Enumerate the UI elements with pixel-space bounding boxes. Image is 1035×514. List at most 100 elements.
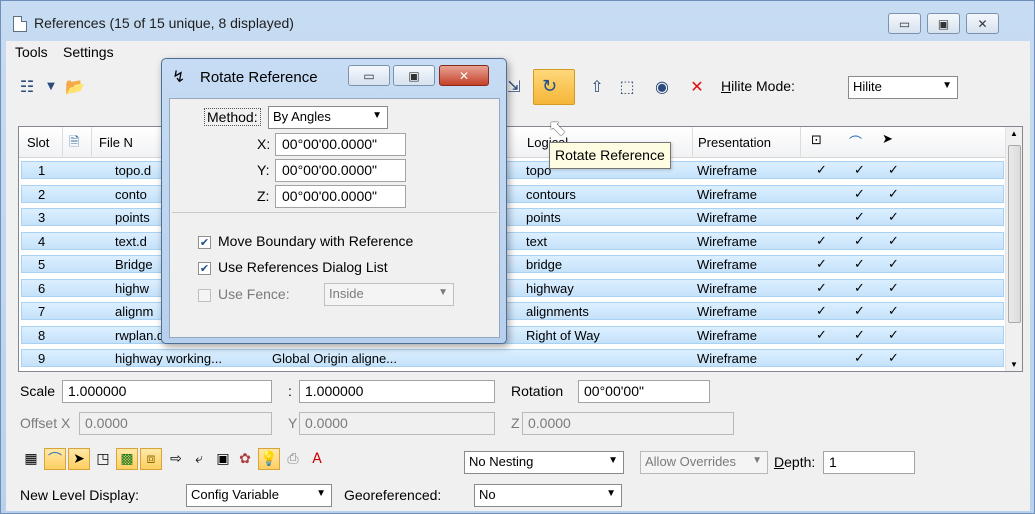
dropdown-arrow-icon[interactable]: ▼	[40, 75, 62, 97]
scale-label: Scale	[20, 383, 56, 399]
chevron-down-icon: ▼	[372, 110, 382, 121]
column-presentation[interactable]: Presentation	[698, 135, 771, 150]
georeference-icon[interactable]: ✿	[234, 448, 256, 470]
z-angle-input[interactable]: 00°00'00.0000"	[275, 185, 406, 208]
offset-x-input[interactable]: 0.0000	[79, 412, 272, 435]
menu-settings[interactable]: Settings	[63, 44, 114, 60]
scale-line-styles-icon[interactable]: ⤶	[188, 448, 210, 470]
cell-snap-check[interactable]: ✓	[854, 257, 865, 272]
cell-presentation: Wireframe	[697, 304, 757, 319]
method-select[interactable]: By Angles ▼	[268, 106, 388, 129]
tree-view-icon[interactable]: ☷	[16, 75, 38, 97]
cell-snap-check[interactable]: ✓	[854, 304, 865, 319]
cell-snap-check[interactable]: ✓	[854, 187, 865, 202]
dialog-close-button[interactable]: ✕	[439, 65, 489, 86]
mirror-reference-icon[interactable]: ⇧	[586, 75, 608, 97]
snap-column-icon[interactable]: ⌒	[849, 132, 862, 151]
cell-locate-check[interactable]: ✓	[888, 163, 899, 178]
scale-input-2[interactable]: 1.000000	[299, 380, 495, 403]
minimize-icon: ▭	[898, 16, 911, 31]
menu-tools[interactable]: Tools	[15, 44, 48, 60]
maximize-button[interactable]: ▣	[927, 13, 960, 34]
cell-snap-check[interactable]: ✓	[854, 328, 865, 343]
cell-display-check[interactable]: ✓	[816, 328, 827, 343]
scale-colon: :	[288, 383, 292, 399]
display-toggle-icon[interactable]: ▦	[20, 448, 42, 470]
column-file-name[interactable]: File N	[99, 135, 133, 150]
chevron-down-icon: ▼	[606, 488, 616, 499]
treat-as-element-icon[interactable]: ▣	[212, 448, 234, 470]
locate-toggle-icon[interactable]: ➤	[68, 448, 90, 470]
scroll-down-icon[interactable]: ▼	[1010, 360, 1018, 369]
scale-input-1[interactable]: 1.000000	[62, 380, 272, 403]
cell-locate-check[interactable]: ✓	[888, 281, 899, 296]
true-scale-icon[interactable]: ⧈	[140, 448, 162, 470]
nesting-select[interactable]: No Nesting ▼	[464, 451, 624, 474]
dialog-minimize-button[interactable]: ▭	[348, 65, 390, 86]
use-references-list-checkbox[interactable]: ✔	[198, 262, 211, 275]
cell-locate-check[interactable]: ✓	[888, 234, 899, 249]
cell-display-check[interactable]: ✓	[816, 163, 827, 178]
rotate-reference-button[interactable]: ↻	[533, 69, 575, 105]
dialog-maximize-button[interactable]: ▣	[393, 65, 435, 86]
depth-input[interactable]: 1	[823, 451, 915, 474]
offset-z-input[interactable]: 0.0000	[522, 412, 734, 435]
close-button[interactable]: ✕	[966, 13, 999, 34]
new-level-display-select[interactable]: Config Variable ▼	[186, 484, 332, 507]
cell-locate-check[interactable]: ✓	[888, 328, 899, 343]
attach-reference-icon[interactable]: 📂	[64, 75, 86, 97]
cell-presentation: Wireframe	[697, 163, 757, 178]
snap-toggle-icon[interactable]: ⌒	[44, 448, 66, 470]
cell-locate-check[interactable]: ✓	[888, 257, 899, 272]
display-column-icon[interactable]: ⊡	[811, 133, 822, 148]
cell-locate-check[interactable]: ✓	[888, 210, 899, 225]
fence-mode-select[interactable]: Inside ▼	[324, 283, 454, 306]
detach-reference-icon[interactable]: ✕	[686, 75, 708, 97]
column-slot[interactable]: Slot	[27, 135, 49, 150]
clip-boundary-icon[interactable]: ⬚	[616, 75, 638, 97]
cell-snap-check[interactable]: ✓	[854, 351, 865, 366]
y-angle-input[interactable]: 00°00'00.0000"	[275, 159, 406, 182]
cell-display-check[interactable]: ✓	[816, 281, 827, 296]
minimize-button[interactable]: ▭	[888, 13, 921, 34]
offset-y-input[interactable]: 0.0000	[299, 412, 495, 435]
cell-snap-check[interactable]: ✓	[854, 163, 865, 178]
cell-file-name: highw	[115, 280, 149, 296]
cell-snap-check[interactable]: ✓	[854, 210, 865, 225]
cell-snap-check[interactable]: ✓	[854, 281, 865, 296]
light-icon[interactable]: 💡	[258, 448, 280, 470]
clip-toggle-icon[interactable]: ◳	[92, 448, 114, 470]
text-style-icon[interactable]: A	[306, 448, 328, 470]
cell-display-check[interactable]: ✓	[816, 304, 827, 319]
rotate-reference-dialog[interactable]: ↯ Rotate Reference ▭ ▣ ✕ Method: By Angl…	[161, 58, 507, 344]
rotation-input[interactable]: 00°00'00"	[578, 380, 710, 403]
cell-display-check[interactable]: ✓	[816, 257, 827, 272]
cell-display-check[interactable]: ✓	[816, 234, 827, 249]
reload-reference-icon[interactable]: ◉	[651, 75, 673, 97]
use-fence-checkbox[interactable]	[198, 289, 211, 302]
overrides-value: Allow Overrides	[645, 454, 737, 469]
hilite-mode-select[interactable]: Hilite ▼	[848, 76, 958, 99]
level-display-icon[interactable]: ▩	[116, 448, 138, 470]
cell-locate-check[interactable]: ✓	[888, 304, 899, 319]
vertical-scrollbar[interactable]: ▲ ▼	[1005, 127, 1022, 371]
move-boundary-label[interactable]: Move Boundary with Reference	[218, 233, 413, 249]
print-icon[interactable]: ⎙	[282, 448, 304, 470]
cell-file-name: Bridge	[115, 257, 153, 272]
cell-snap-check[interactable]: ✓	[854, 234, 865, 249]
georeferenced-select[interactable]: No ▼	[474, 484, 622, 507]
x-angle-input[interactable]: 00°00'00.0000"	[275, 133, 406, 156]
column-divider	[91, 127, 92, 158]
scroll-thumb[interactable]	[1008, 145, 1021, 323]
table-row[interactable]: 9 highway working... Global Origin aligne.…	[21, 349, 1004, 367]
locate-column-icon[interactable]: ➤	[882, 132, 893, 147]
title-bar[interactable]: References (15 of 15 unique, 8 displayed…	[1, 1, 1034, 41]
move-boundary-checkbox[interactable]: ✔	[198, 236, 211, 249]
cell-locate-check[interactable]: ✓	[888, 351, 899, 366]
cell-locate-check[interactable]: ✓	[888, 187, 899, 202]
offset-y-label: Y	[288, 415, 298, 431]
ignore-attachment-icon[interactable]: ⇨	[165, 448, 187, 470]
scroll-up-icon[interactable]: ▲	[1010, 129, 1018, 138]
overrides-select[interactable]: Allow Overrides ▼	[640, 451, 768, 474]
use-references-list-label[interactable]: Use References Dialog List	[218, 259, 388, 275]
